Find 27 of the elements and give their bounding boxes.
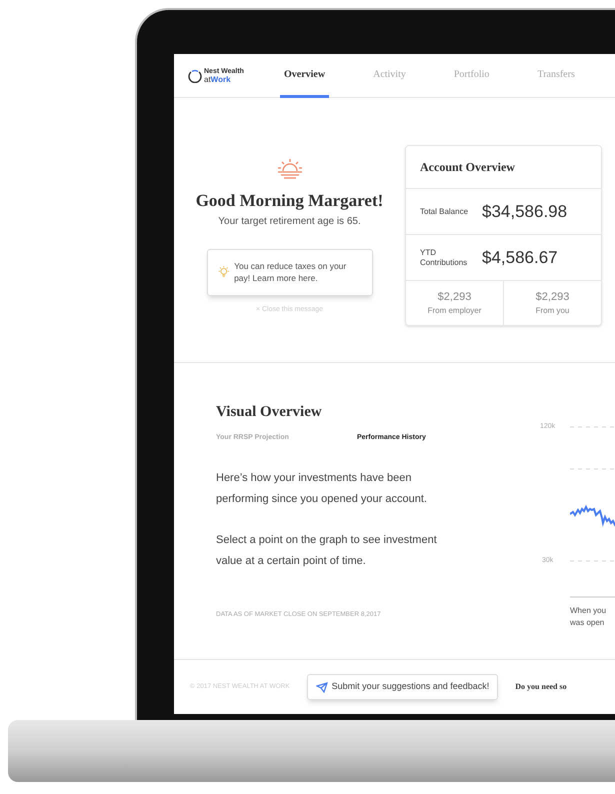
nav-tab[interactable]: Activity <box>369 54 410 98</box>
split-label: From you <box>536 305 570 318</box>
nav-tab[interactable]: Transfers <box>533 54 579 98</box>
row-label: Total Balance <box>420 206 470 216</box>
chart-caption: When you was open <box>570 605 606 629</box>
nav-tab[interactable]: Portfolio <box>450 54 494 98</box>
row-label: YTD Contributions <box>420 248 468 268</box>
section-title: Visual Overview <box>216 403 323 422</box>
paper-plane-icon <box>316 682 328 692</box>
help-text: Do you need so <box>515 681 567 693</box>
nav-tab[interactable]: Overview <box>280 54 330 98</box>
split-label: From employer <box>428 305 482 318</box>
greeting-subtitle: Your target retirement age is 65. <box>218 214 361 228</box>
tip-text: You can reduce taxes on your pay! Learn more here. <box>234 260 348 284</box>
logo-text: atWork <box>204 76 232 84</box>
feedback-button[interactable]: Submit your suggestions and feedback! <box>306 674 498 700</box>
split-value: $2,293 <box>438 290 472 305</box>
card-title: Account Overview <box>420 159 515 176</box>
row-value: $4,586.67 <box>482 246 558 269</box>
tip-card[interactable]: You can reduce taxes on your pay! Learn more here. <box>206 248 372 296</box>
split-value: $2,293 <box>536 290 570 305</box>
description-text: Here’s how your investments have been performing since you opened your account. <box>216 471 428 507</box>
sunrise-icon <box>276 158 304 180</box>
logo-icon <box>188 68 202 82</box>
description-text: Select a point on the graph to see investment value at a certain point of time. <box>216 533 438 569</box>
greeting-title: Good Morning Margaret! <box>196 190 384 212</box>
row-value: $34,586.98 <box>482 200 568 223</box>
